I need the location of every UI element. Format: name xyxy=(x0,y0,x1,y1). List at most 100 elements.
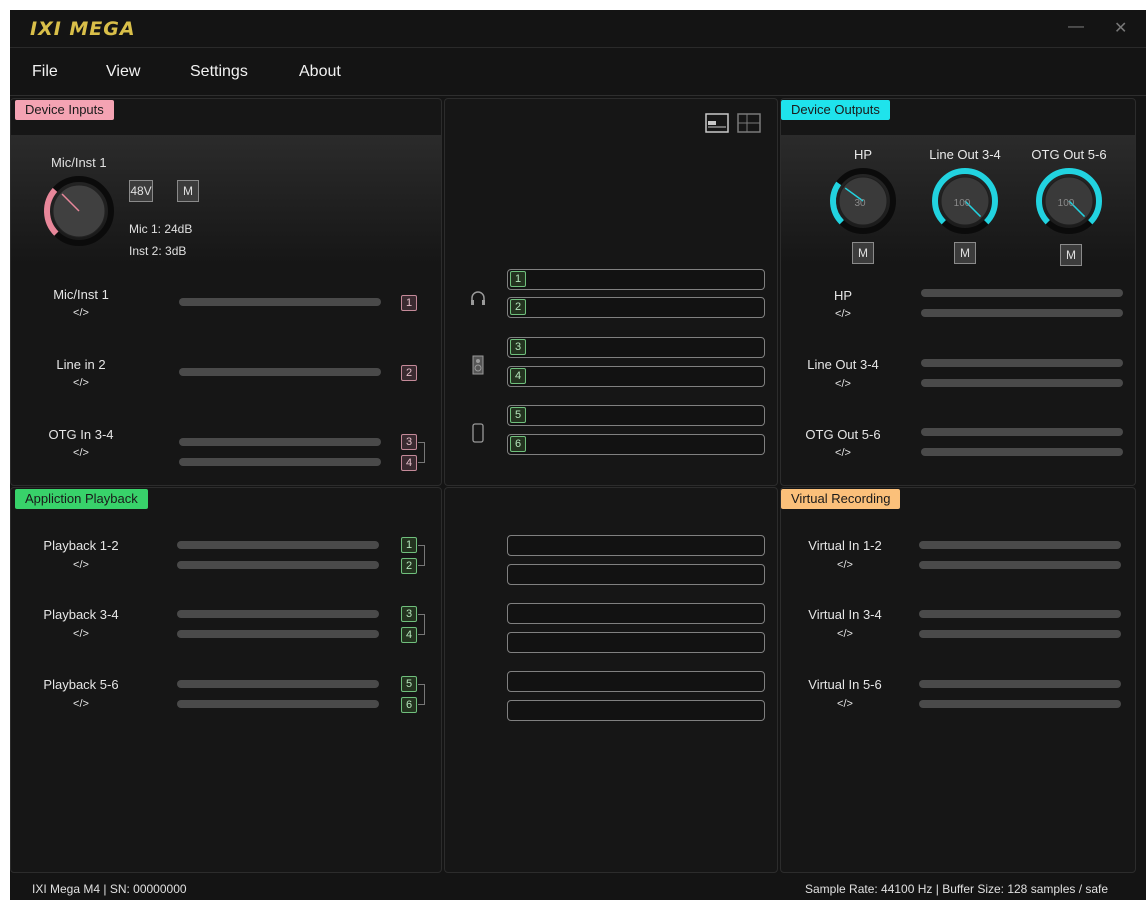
routing-matrix-bottom xyxy=(444,487,778,873)
playback-channel-badge: 5 xyxy=(401,676,417,692)
route-slot-badge: 5 xyxy=(510,407,526,423)
knob-value: 100 xyxy=(954,198,971,209)
input-channel-badge: 3 xyxy=(401,434,417,450)
line-out-volume-knob[interactable]: 100 xyxy=(931,167,999,235)
audio-settings-status: Sample Rate: 44100 Hz | Buffer Size: 128… xyxy=(805,882,1109,896)
line-out-mute-button[interactable]: M xyxy=(954,242,976,264)
application-playback-panel: Appliction Playback Playback 1-2 </> 1 2… xyxy=(10,487,442,873)
knob-value: 100 xyxy=(1058,198,1075,209)
route-slot-badge: 3 xyxy=(510,339,526,355)
layout-single-icon[interactable] xyxy=(705,113,729,133)
route-slot-badge: 1 xyxy=(510,271,526,287)
playback-level-meter xyxy=(177,680,379,688)
playback-channel-name: Playback 1-2 xyxy=(43,538,119,553)
route-slot-empty[interactable] xyxy=(507,632,765,653)
input-channel-name: OTG In 3-4 xyxy=(48,427,114,442)
route-slot-badge: 2 xyxy=(510,299,526,315)
output-level-meter xyxy=(921,309,1123,317)
playback-channel-code: </> xyxy=(73,559,89,571)
device-status: IXI Mega M4 | SN: 00000000 xyxy=(32,882,187,896)
phone-icon xyxy=(472,423,484,443)
route-slot[interactable]: 1 xyxy=(507,269,765,290)
minimize-button[interactable]: — xyxy=(1068,18,1084,36)
menu-settings[interactable]: Settings xyxy=(190,63,248,81)
route-slot[interactable]: 2 xyxy=(507,297,765,318)
route-slot-empty[interactable] xyxy=(507,564,765,585)
otg-out-mute-button[interactable]: M xyxy=(1060,244,1082,266)
route-slot-empty[interactable] xyxy=(507,535,765,556)
virtual-recording-panel: Virtual Recording Virtual In 1-2 </> Vir… xyxy=(780,487,1136,873)
output-channel-name: Line Out 3-4 xyxy=(807,357,879,372)
route-slot[interactable]: 5 xyxy=(507,405,765,426)
virtual-channel-code: </> xyxy=(837,698,853,710)
playback-channel-code: </> xyxy=(73,628,89,640)
input-level-meter xyxy=(179,298,381,306)
knob-value: 30 xyxy=(854,198,866,209)
output-level-meter xyxy=(921,359,1123,367)
hp-mute-button[interactable]: M xyxy=(852,242,874,264)
virtual-level-meter xyxy=(919,610,1121,618)
output-channel-name: OTG Out 5-6 xyxy=(805,427,881,442)
stereo-link-bracket xyxy=(418,684,425,705)
route-slot-badge: 6 xyxy=(510,436,526,452)
virtual-channel-name: Virtual In 5-6 xyxy=(808,677,882,692)
mic-gain-knob[interactable] xyxy=(43,175,115,247)
output-channel-code: </> xyxy=(835,308,851,320)
phantom-48v-button[interactable]: 48V xyxy=(129,180,153,202)
playback-channel-badge: 1 xyxy=(401,537,417,553)
menu-view[interactable]: View xyxy=(106,63,140,81)
stereo-link-bracket xyxy=(418,545,425,566)
playback-channel-code: </> xyxy=(73,698,89,710)
menu-about[interactable]: About xyxy=(299,63,341,81)
output-level-meter xyxy=(921,289,1123,297)
input-level-meter xyxy=(179,438,381,446)
output-level-meter xyxy=(921,428,1123,436)
app-logo: IXI MEGA xyxy=(30,18,136,40)
hp-volume-knob[interactable]: 30 xyxy=(829,167,897,235)
preamp-title: Mic/Inst 1 xyxy=(51,155,107,170)
playback-level-meter xyxy=(177,541,379,549)
playback-channel-badge: 3 xyxy=(401,606,417,622)
output-level-meter xyxy=(921,448,1123,456)
route-slot-empty[interactable] xyxy=(507,700,765,721)
device-outputs-tag: Device Outputs xyxy=(781,100,890,120)
route-slot-empty[interactable] xyxy=(507,603,765,624)
input-channel-badge: 1 xyxy=(401,295,417,311)
route-slot[interactable]: 6 xyxy=(507,434,765,455)
otg-out-volume-knob[interactable]: 100 xyxy=(1035,167,1103,235)
speaker-icon xyxy=(472,355,484,375)
line-out-knob-label: Line Out 3-4 xyxy=(929,147,1001,162)
input-channel-code: </> xyxy=(73,447,89,459)
playback-channel-badge: 2 xyxy=(401,558,417,574)
input-channel-code: </> xyxy=(73,377,89,389)
preamp-mute-button[interactable]: M xyxy=(177,180,199,202)
virtual-level-meter xyxy=(919,541,1121,549)
device-inputs-tag: Device Inputs xyxy=(15,100,114,120)
output-level-meter xyxy=(921,379,1123,387)
playback-level-meter xyxy=(177,630,379,638)
menu-file[interactable]: File xyxy=(32,63,58,81)
output-channel-code: </> xyxy=(835,378,851,390)
input-level-meter xyxy=(179,368,381,376)
routing-matrix-top: 1 2 3 4 5 6 xyxy=(444,98,778,486)
route-slot[interactable]: 3 xyxy=(507,337,765,358)
otg-out-knob-label: OTG Out 5-6 xyxy=(1031,147,1107,162)
menu-bar: File View Settings About xyxy=(10,48,1146,96)
application-playback-tag: Appliction Playback xyxy=(15,489,148,509)
route-slot-badge: 4 xyxy=(510,368,526,384)
hp-knob-label: HP xyxy=(853,147,873,162)
close-button[interactable]: ✕ xyxy=(1114,18,1127,38)
playback-channel-badge: 6 xyxy=(401,697,417,713)
title-bar[interactable]: IXI MEGA — ✕ xyxy=(10,10,1146,48)
route-slot-empty[interactable] xyxy=(507,671,765,692)
virtual-level-meter xyxy=(919,700,1121,708)
virtual-level-meter xyxy=(919,630,1121,638)
output-channel-name: HP xyxy=(833,288,853,303)
virtual-level-meter xyxy=(919,680,1121,688)
stereo-link-bracket xyxy=(418,614,425,635)
input-channel-name: Line in 2 xyxy=(56,357,106,372)
layout-split-icon[interactable] xyxy=(737,113,761,133)
route-slot[interactable]: 4 xyxy=(507,366,765,387)
playback-level-meter xyxy=(177,700,379,708)
input-channel-badge: 4 xyxy=(401,455,417,471)
